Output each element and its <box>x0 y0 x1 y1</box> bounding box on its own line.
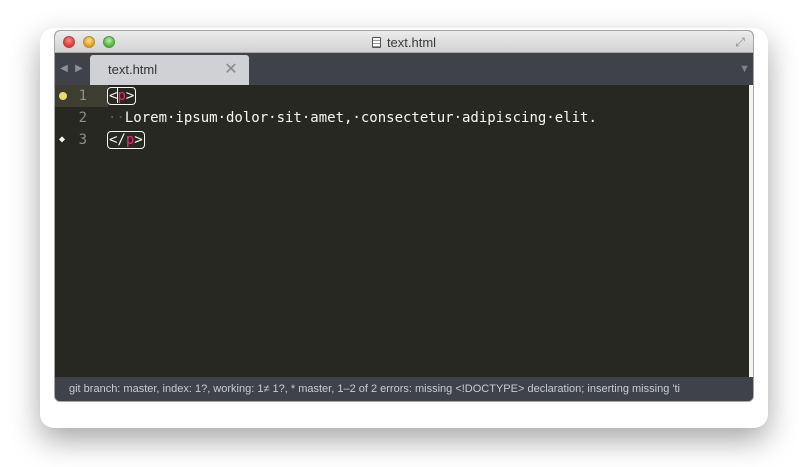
tag-close: > <box>125 88 135 104</box>
status-bar: git branch: master, index: 1?, working: … <box>55 377 753 401</box>
paragraph-text: Lorem·ipsum·dolor·sit·amet,·consectetur·… <box>124 110 597 126</box>
tab-next-icon[interactable]: ▶ <box>72 53 86 85</box>
tag-name: p <box>117 88 126 104</box>
bracket-match: <p> <box>108 87 135 104</box>
tab-menu-icon[interactable]: ▼ <box>739 53 750 85</box>
code-text: ··Lorem·ipsum·dolor·sit·amet,·consectetu… <box>108 107 597 129</box>
line-number: 1 <box>78 88 87 104</box>
tab-label: text.html <box>108 62 158 77</box>
close-icon[interactable]: ✕ <box>223 62 239 78</box>
tab-text-html[interactable]: text.html ✕ <box>90 55 249 85</box>
window-title-text: text.html <box>386 35 437 50</box>
tag-close: > <box>134 132 143 148</box>
code-line-1[interactable]: 1 <p> <box>55 85 749 107</box>
bracket-match: </p> <box>108 132 144 148</box>
tab-prev-icon[interactable]: ◀ <box>57 53 71 85</box>
vertical-scrollbar[interactable] <box>749 85 753 377</box>
line-number: 3 <box>78 132 87 148</box>
code-editor[interactable]: 1 <p> 2 ··Lorem·ipsum·dolor·sit·amet,·co… <box>55 85 753 377</box>
fullscreen-icon[interactable]: ⤢ <box>733 35 747 49</box>
tag-open: </ <box>109 132 126 148</box>
line-number: 2 <box>78 110 87 126</box>
status-text: git branch: master, index: 1?, working: … <box>69 383 680 395</box>
code-line-3[interactable]: ◆ 3 </p> <box>55 129 749 151</box>
title-bar: text.html ⤢ <box>55 31 753 53</box>
code-text: <p> <box>108 85 135 107</box>
code-text: </p> <box>108 129 144 151</box>
editor-window: text.html ⤢ ◀ ▶ text.html ✕ ▼ 1 <p> 2 ··… <box>55 31 753 401</box>
window-title: text.html <box>55 31 753 53</box>
code-line-2[interactable]: 2 ··Lorem·ipsum·dolor·sit·amet,·consecte… <box>55 107 749 129</box>
indent-whitespace: ·· <box>108 110 125 126</box>
document-icon <box>371 37 381 48</box>
tab-bar: ◀ ▶ text.html ✕ ▼ <box>55 53 753 85</box>
